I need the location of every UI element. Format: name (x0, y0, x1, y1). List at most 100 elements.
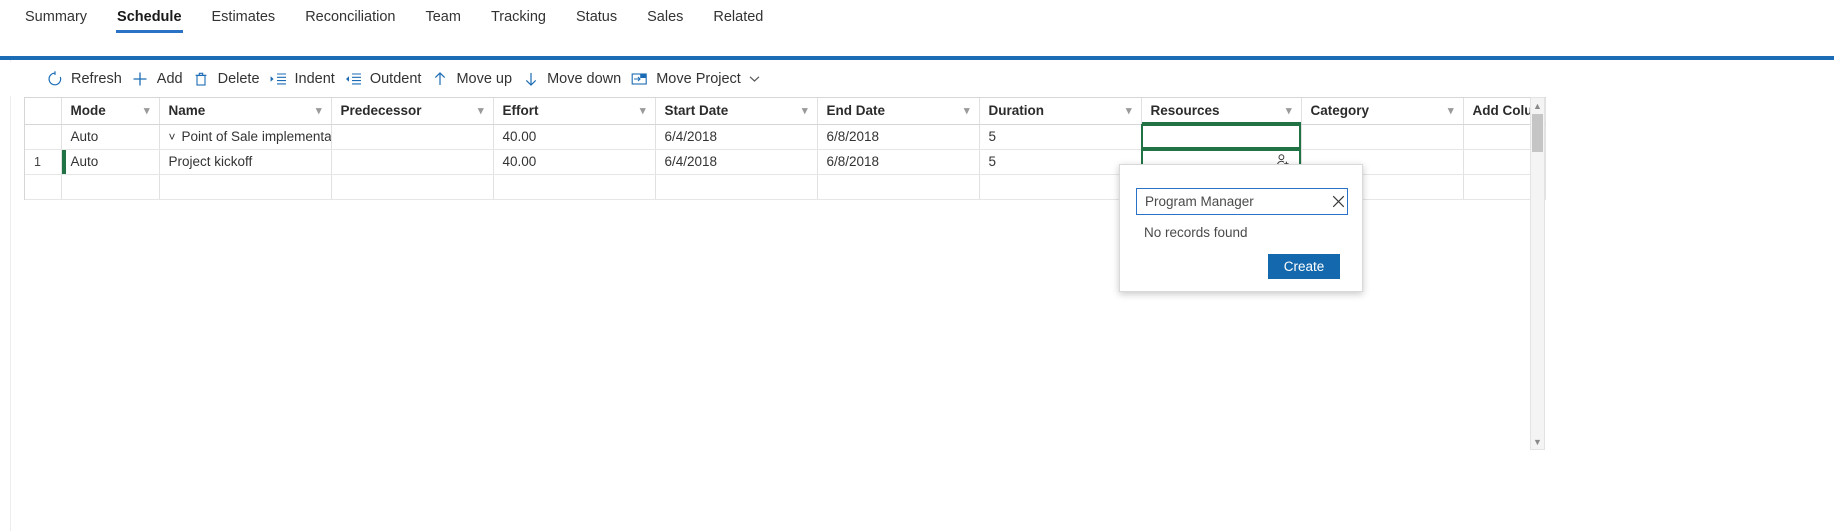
outdent-button[interactable]: Outdent (344, 62, 422, 96)
chevron-down-icon[interactable]: ▾ (802, 104, 808, 117)
move-down-label: Move down (547, 71, 622, 87)
cell-name-text: Point of Sale implementati (181, 129, 331, 144)
page-left-edge (10, 60, 11, 531)
tab-reconciliation[interactable]: Reconciliation (290, 0, 410, 34)
cell-start-date[interactable]: 6/4/2018 (655, 124, 818, 150)
tab-status[interactable]: Status (561, 0, 632, 34)
cell-start-date[interactable] (655, 174, 818, 200)
cell-resources[interactable] (1141, 124, 1302, 150)
cell-effort[interactable]: 40.00 (493, 124, 656, 150)
grid-vertical-scrollbar[interactable]: ▲ ▼ (1530, 97, 1545, 450)
tab-label: Estimates (211, 9, 276, 25)
chevron-down-icon[interactable]: ▾ (478, 104, 484, 117)
table-row[interactable]: Auto ˅ Point of Sale implementati 40.00 6… (25, 124, 1546, 150)
col-label: End Date (826, 103, 886, 119)
add-button[interactable]: Add (131, 62, 183, 96)
lookup-search-input[interactable] (1137, 189, 1330, 214)
cell-name[interactable]: ˅ Point of Sale implementati (159, 124, 332, 150)
col-header-resources[interactable]: Resources ▾ (1141, 98, 1302, 125)
chevron-down-icon[interactable]: ▾ (1286, 104, 1292, 117)
plus-icon (131, 70, 150, 89)
col-label: Predecessor (340, 103, 422, 119)
add-label: Add (156, 71, 183, 87)
indent-icon (269, 70, 288, 89)
outdent-label: Outdent (369, 71, 422, 87)
section-divider (0, 56, 1834, 60)
col-header-name[interactable]: Name ▾ (159, 98, 332, 125)
tab-related[interactable]: Related (698, 0, 778, 34)
delete-button[interactable]: Delete (192, 62, 260, 96)
tab-label: Tracking (490, 9, 546, 25)
refresh-button[interactable]: Refresh (45, 62, 122, 96)
col-label: Start Date (664, 103, 729, 119)
tab-label: Team (425, 9, 461, 25)
lookup-search-box[interactable] (1136, 188, 1348, 215)
cell-predecessor[interactable] (331, 124, 494, 150)
col-label: Effort (502, 103, 539, 119)
tab-estimates[interactable]: Estimates (197, 0, 291, 34)
cell-mode[interactable]: Auto (61, 124, 160, 150)
tab-sales[interactable]: Sales (632, 0, 698, 34)
cell-mode[interactable]: Auto (61, 149, 160, 175)
clear-icon[interactable] (1330, 189, 1347, 214)
col-header-category[interactable]: Category ▾ (1301, 98, 1464, 125)
arrow-up-icon (430, 70, 449, 89)
expand-collapse-icon[interactable]: ˅ (169, 130, 176, 144)
grid-header-row: Mode ▾ Name ▾ Predecessor ▾ Effort ▾ Start D… (25, 98, 1546, 125)
cell-rowno (25, 174, 62, 200)
cell-mode[interactable] (61, 174, 160, 200)
cell-effort[interactable]: 40.00 (493, 149, 656, 175)
tab-label: Sales (647, 9, 684, 25)
cell-name[interactable]: Project kickoff (159, 149, 332, 175)
no-records-message: No records found (1144, 225, 1248, 240)
cell-end-date[interactable] (817, 174, 980, 200)
cell-effort[interactable] (493, 174, 656, 200)
col-header-start-date[interactable]: Start Date ▾ (655, 98, 818, 125)
cell-predecessor[interactable] (331, 174, 494, 200)
create-button[interactable]: Create (1268, 254, 1340, 279)
cell-end-date[interactable]: 6/8/2018 (817, 149, 980, 175)
col-label: Category (1310, 103, 1370, 119)
command-bar: Refresh Add Delete Indent Outdent Move u… (0, 62, 1834, 96)
trash-icon (192, 70, 211, 89)
col-header-predecessor[interactable]: Predecessor ▾ (331, 98, 494, 125)
tab-tracking[interactable]: Tracking (476, 0, 561, 34)
outdent-icon (344, 70, 363, 89)
chevron-down-icon[interactable]: ▾ (316, 104, 322, 117)
chevron-down-icon[interactable]: ▾ (640, 104, 646, 117)
scrollbar-thumb[interactable] (1532, 114, 1543, 152)
move-down-button[interactable]: Move down (521, 62, 621, 96)
tab-label: Reconciliation (305, 9, 396, 25)
cell-duration[interactable]: 5 (979, 124, 1142, 150)
chevron-down-icon (747, 71, 763, 87)
col-header-duration[interactable]: Duration ▾ (979, 98, 1142, 125)
cell-name[interactable] (159, 174, 332, 200)
tab-summary[interactable]: Summary (10, 0, 102, 34)
refresh-label: Refresh (71, 71, 122, 87)
cell-duration[interactable]: 5 (979, 149, 1142, 175)
col-header-effort[interactable]: Effort ▾ (493, 98, 656, 125)
cell-predecessor[interactable] (331, 149, 494, 175)
indent-label: Indent (294, 71, 335, 87)
scroll-up-arrow-icon[interactable]: ▲ (1531, 98, 1544, 113)
chevron-down-icon[interactable]: ▾ (964, 104, 970, 117)
col-header-mode[interactable]: Mode ▾ (61, 98, 160, 125)
delete-label: Delete (217, 71, 260, 87)
move-project-label: Move Project (656, 71, 741, 87)
scroll-down-arrow-icon[interactable]: ▼ (1531, 434, 1544, 449)
chevron-down-icon[interactable]: ▾ (1448, 104, 1454, 117)
tab-label: Schedule (117, 9, 182, 25)
chevron-down-icon[interactable]: ▾ (1126, 104, 1132, 117)
resource-lookup-popup: No records found Create (1119, 164, 1363, 292)
indent-button[interactable]: Indent (269, 62, 335, 96)
chevron-down-icon[interactable]: ▾ (144, 104, 150, 117)
move-up-button[interactable]: Move up (430, 62, 512, 96)
cell-end-date[interactable]: 6/8/2018 (817, 124, 980, 150)
cell-start-date[interactable]: 6/4/2018 (655, 149, 818, 175)
col-header-end-date[interactable]: End Date ▾ (817, 98, 980, 125)
cell-category[interactable] (1301, 124, 1464, 150)
move-project-button[interactable]: Move Project (630, 62, 763, 96)
tab-team[interactable]: Team (410, 0, 475, 34)
cell-duration[interactable] (979, 174, 1142, 200)
tab-schedule[interactable]: Schedule (102, 0, 196, 34)
